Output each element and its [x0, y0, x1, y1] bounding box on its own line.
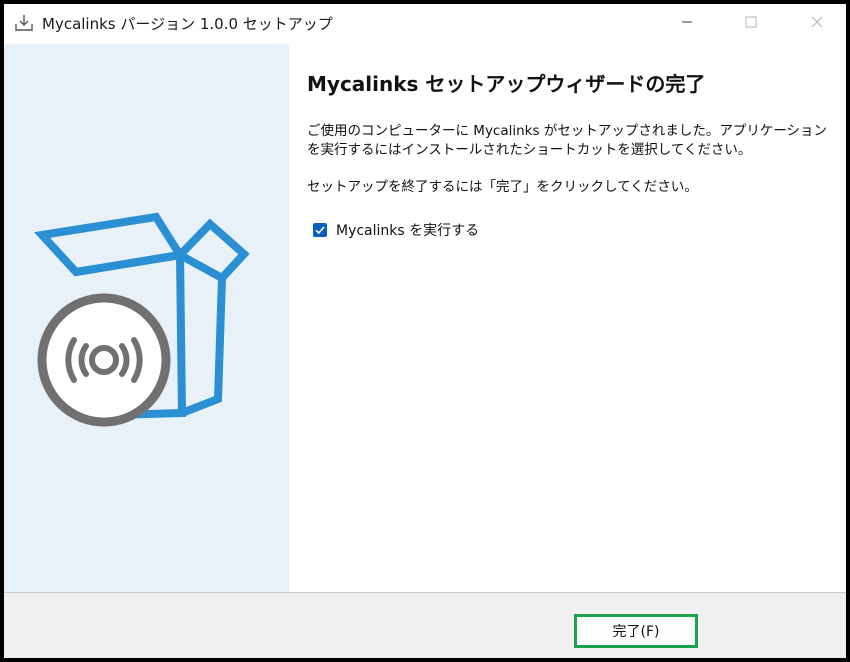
- wizard-content: Mycalinks セットアップウィザードの完了 ご使用のコンピューターに My…: [289, 44, 846, 592]
- installer-download-icon: [14, 13, 34, 33]
- wizard-banner: [4, 44, 289, 592]
- finish-button[interactable]: 完了(F): [574, 614, 698, 648]
- software-box-with-disc-icon: [34, 212, 250, 427]
- maximize-icon: [745, 13, 757, 32]
- close-icon: [811, 13, 823, 32]
- run-app-option[interactable]: Mycalinks を実行する: [313, 220, 479, 240]
- minimize-icon: [681, 13, 693, 32]
- button-bar: 完了(F): [4, 592, 846, 658]
- maximize-button[interactable]: [728, 4, 774, 40]
- run-app-checkbox[interactable]: [313, 223, 327, 237]
- completion-message: ご使用のコンピューターに Mycalinks がセットアップされました。アプリケ…: [307, 123, 828, 158]
- run-app-label[interactable]: Mycalinks を実行する: [336, 220, 479, 240]
- checkmark-icon: [315, 226, 325, 235]
- page-title: Mycalinks セットアップウィザードの完了: [307, 72, 706, 96]
- close-button[interactable]: [794, 4, 840, 40]
- finish-instruction: セットアップを終了するには「完了」をクリックしてください。: [307, 179, 698, 195]
- title-bar: Mycalinks パージョン 1.0.0 セットアップ: [4, 4, 846, 44]
- installer-window: Mycalinks パージョン 1.0.0 セットアップ Mycalinks セ…: [4, 4, 846, 658]
- window-title: Mycalinks パージョン 1.0.0 セットアップ: [42, 15, 333, 33]
- minimize-button[interactable]: [664, 4, 710, 40]
